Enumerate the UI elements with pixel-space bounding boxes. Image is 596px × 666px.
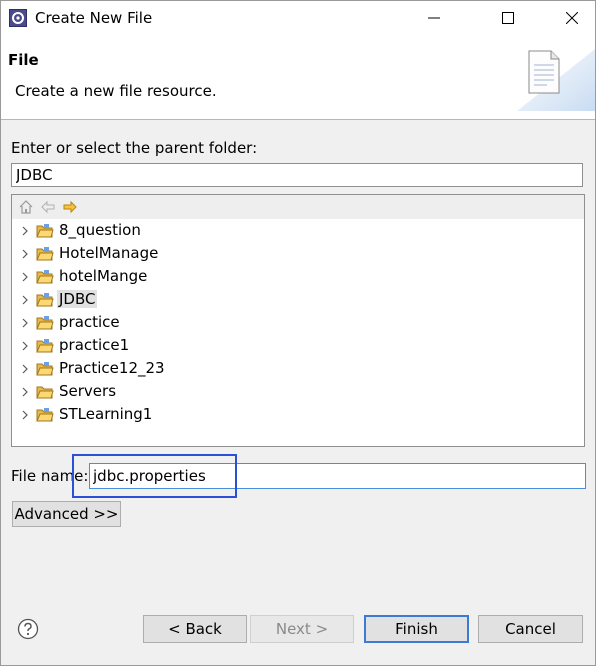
chevron-right-icon[interactable] [20,295,30,305]
tree-item-label: STLearning1 [59,405,153,423]
next-button[interactable]: Next > [250,615,354,643]
tree-item-label: Servers [59,382,117,400]
chevron-right-icon[interactable] [20,272,30,282]
back-button[interactable]: < Back [143,615,247,643]
chevron-right-icon[interactable] [20,318,30,328]
page-title: File [8,51,39,69]
tree-item-label: hotelMange [59,267,148,285]
minimize-icon [428,17,440,19]
folder-icon [36,270,54,284]
close-button[interactable] [549,1,595,35]
tree-toolbar [12,195,584,219]
close-icon [566,12,578,24]
chevron-right-icon[interactable] [20,387,30,397]
tree-item-label: practice [59,313,120,331]
title-bar[interactable]: Create New File [1,1,595,35]
advanced-button[interactable]: Advanced >> [12,501,121,527]
chevron-right-icon[interactable] [20,410,30,420]
parent-folder-input[interactable] [11,163,583,187]
cancel-button[interactable]: Cancel [478,615,583,643]
dialog-window: Create New File File Create a new file r… [0,0,596,666]
finish-button[interactable]: Finish [364,615,469,643]
folder-icon [36,247,54,261]
tree-item-label: 8_question [59,221,141,239]
tree-item-stlearning1[interactable]: STLearning1 [12,404,584,426]
tree-item-practice12-23[interactable]: Practice12_23 [12,358,584,380]
file-name-label: File name: [11,467,89,485]
tree-item-label: Practice12_23 [59,359,165,377]
file-graphic-icon [517,49,595,111]
folder-icon [36,408,54,422]
home-icon[interactable] [18,199,34,215]
app-icon [9,9,27,27]
tree-item-practice[interactable]: practice [12,312,584,334]
maximize-icon [502,12,514,24]
chevron-right-icon[interactable] [20,226,30,236]
page-description: Create a new file resource. [15,82,217,100]
tree-item-practice1[interactable]: practice1 [12,335,584,357]
folder-icon [36,293,54,307]
forward-arrow-icon[interactable] [62,199,78,215]
tree-item-hotelmange[interactable]: hotelMange [12,266,584,288]
tree-item-label: HotelManage [59,244,159,262]
folder-icon [36,386,54,399]
chevron-right-icon[interactable] [20,249,30,259]
minimize-button[interactable] [411,1,457,35]
parent-folder-label: Enter or select the parent folder: [11,139,258,157]
folder-icon [36,316,54,330]
tree-item-label: JDBC [57,290,98,308]
folder-icon [36,224,54,238]
help-icon[interactable] [17,618,39,640]
folder-icon [36,339,54,353]
window-title: Create New File [35,9,153,27]
tree-item-servers[interactable]: Servers [12,381,584,403]
tree-item-jdbc[interactable]: JDBC [12,289,584,311]
chevron-right-icon[interactable] [20,364,30,374]
chevron-right-icon[interactable] [20,341,30,351]
maximize-button[interactable] [485,1,531,35]
folder-icon [36,362,54,376]
back-arrow-icon[interactable] [40,199,56,215]
tree-item-hotelmanage[interactable]: HotelManage [12,243,584,265]
tree-item-label: practice1 [59,336,130,354]
file-name-input[interactable] [89,463,586,489]
tree-item-8-question[interactable]: 8_question [12,220,584,242]
wizard-header: File Create a new file resource. [1,35,595,120]
folder-tree[interactable]: 8_question HotelManage hotelMange JDBC p… [11,194,585,447]
